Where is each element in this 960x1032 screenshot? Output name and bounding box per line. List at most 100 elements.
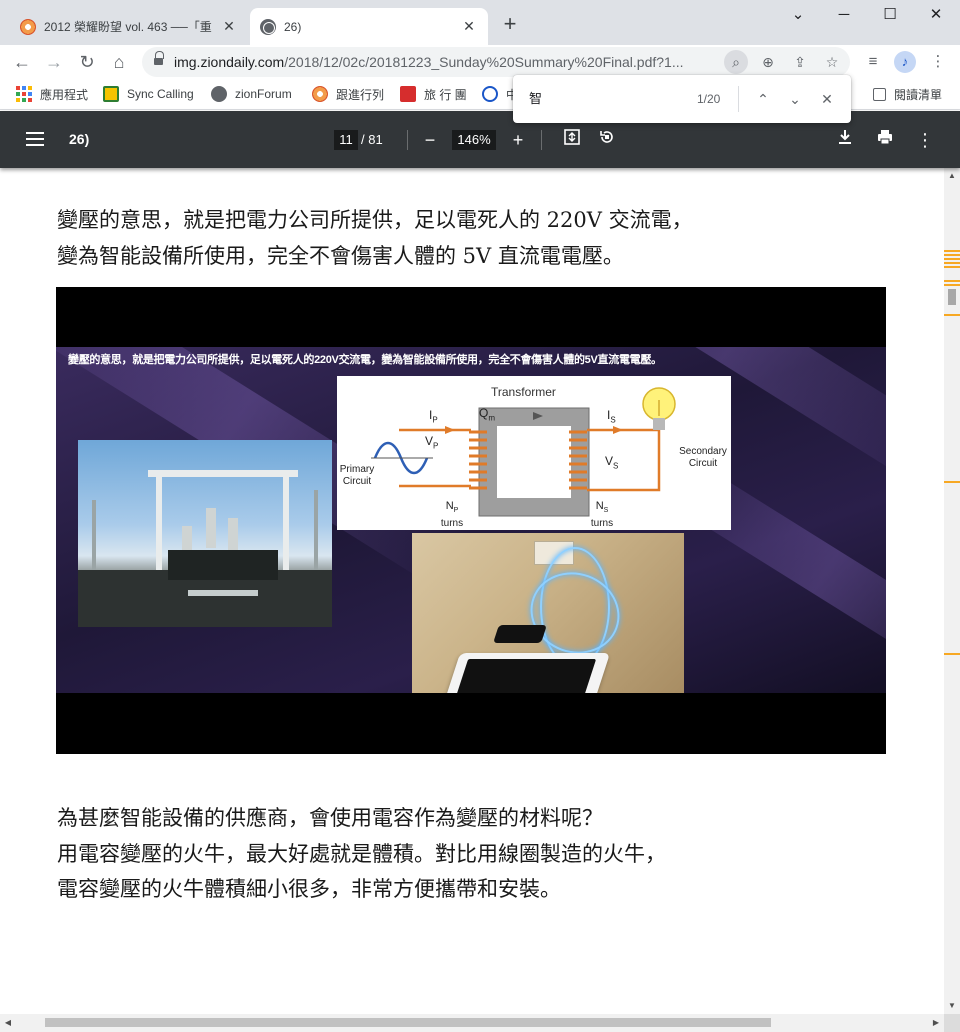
find-close-icon[interactable]: ✕ <box>815 87 839 111</box>
find-match-marker <box>944 481 960 483</box>
label-is: IS <box>607 408 616 425</box>
zoom-out-button[interactable]: − <box>418 128 442 152</box>
reload-button[interactable]: ↻ <box>74 49 100 75</box>
find-match-marker <box>944 250 960 252</box>
rotate-icon[interactable] <box>595 128 619 152</box>
scroll-left-icon[interactable]: ◀ <box>0 1015 16 1031</box>
bookmark-label: 跟進行列 <box>336 87 385 102</box>
home-button[interactable]: ⌂ <box>106 49 132 75</box>
apps-grid-icon <box>16 86 32 102</box>
sync-calling-icon <box>103 86 119 102</box>
paragraph-line: 電容變壓的火牛體積細小很多，非常方便攜帶和安裝。 <box>57 877 561 901</box>
reading-list-label: 閱讀清單 <box>894 87 943 102</box>
scroll-right-icon[interactable]: ▶ <box>928 1015 944 1031</box>
find-match-marker <box>944 314 960 316</box>
zoom-level-input[interactable]: 146% <box>452 130 496 150</box>
bookmark-label: 應用程式 <box>40 87 89 102</box>
tab-search-icon[interactable]: ⌄ <box>775 0 821 30</box>
find-input[interactable]: 智 <box>529 75 542 123</box>
bookmark-apps[interactable]: 應用程式 <box>16 84 88 104</box>
back-button[interactable]: ← <box>9 49 35 75</box>
horizontal-scrollbar[interactable]: ◀ ▶ <box>0 1014 944 1032</box>
bookmark-label: Sync Calling <box>127 87 194 101</box>
lock-icon[interactable] <box>154 51 164 66</box>
label-np-turns: NP turns <box>440 500 464 530</box>
find-next-icon[interactable]: ⌄ <box>783 87 807 111</box>
find-match-count: 1/20 <box>697 92 721 106</box>
tab-pdf-active[interactable]: 26) ✕ <box>250 8 488 45</box>
bookmark-label: zionForum <box>235 87 292 101</box>
browser-toolbar: ← → ↻ ⌂ img.ziondaily.com/2018/12/02c/20… <box>0 45 960 78</box>
paragraph-line: 為甚麼智能設備的供應商，會使用電容作為變壓的材料呢？ <box>57 806 603 830</box>
scroll-thumb[interactable] <box>948 289 956 305</box>
tablet-device <box>443 653 611 693</box>
forward-button[interactable]: → <box>41 49 67 75</box>
diagram-title: Transformer <box>491 385 556 399</box>
find-match-marker <box>944 254 960 256</box>
paragraph-line: 變壓的意思，就是把電力公司所提供，足以電死人的 220V 交流電， <box>57 208 693 232</box>
chrome-menu-icon[interactable]: ⋮ <box>925 49 951 75</box>
label-ns-turns: NS turns <box>590 500 614 530</box>
download-icon[interactable] <box>833 128 857 152</box>
gear-bookmark-icon <box>482 86 498 102</box>
reading-queue-icon[interactable]: ≡ <box>860 49 886 75</box>
reading-list-button[interactable]: 閱讀清單 <box>873 84 942 104</box>
scroll-down-icon[interactable]: ▼ <box>944 998 960 1014</box>
slide-caption: 變壓的意思，就是把電力公司所提供，足以電死人的220V交流電，變為智能設備所使用… <box>68 354 662 366</box>
sidebar-menu-icon[interactable] <box>26 132 44 146</box>
find-match-marker <box>944 262 960 264</box>
transformer-slide-image: 變壓的意思，就是把電力公司所提供，足以電死人的220V交流電，變為智能設備所使用… <box>56 287 886 754</box>
url-text[interactable]: img.ziondaily.com/2018/12/02c/20181223_S… <box>174 47 722 77</box>
tab-title: 26) <box>284 19 302 34</box>
bookmark-zionforum[interactable]: zionForum <box>211 84 292 104</box>
profile-avatar[interactable]: ♪ <box>894 51 916 73</box>
bookmark-travel[interactable]: 旅 行 團 <box>400 84 467 104</box>
globe-favicon-icon <box>260 18 276 35</box>
tab-strip: 2012 榮耀盼望 vol. 463 ──「重 ✕ 26) ✕ + ⌄ ─ ☐ … <box>0 0 960 45</box>
fit-page-icon[interactable] <box>560 128 584 152</box>
close-window-button[interactable]: ✕ <box>913 0 959 30</box>
close-tab-icon[interactable]: ✕ <box>220 18 238 35</box>
bookmark-star-icon[interactable]: ☆ <box>820 50 844 74</box>
follow-icon <box>312 86 328 102</box>
maximize-button[interactable]: ☐ <box>867 0 913 30</box>
find-match-marker <box>944 284 960 286</box>
minimize-button[interactable]: ─ <box>821 0 867 30</box>
bookmark-sync-calling[interactable]: Sync Calling <box>103 84 194 104</box>
travel-icon <box>400 86 416 102</box>
substation-photo <box>78 440 332 627</box>
transformer-diagram: Transformer IP Qm IS VP VS Primary Circui… <box>337 376 731 530</box>
print-icon[interactable] <box>873 128 897 152</box>
label-primary-circuit: Primary Circuit <box>339 464 375 487</box>
zoom-icon[interactable]: ⊕ <box>756 50 780 74</box>
horizontal-scroll-thumb[interactable] <box>45 1018 771 1027</box>
find-match-marker <box>944 280 960 282</box>
label-qm: Qm <box>479 406 496 423</box>
find-previous-icon[interactable]: ⌃ <box>751 87 775 111</box>
zion-favicon-icon <box>20 18 36 35</box>
pdf-page-viewport[interactable]: 變壓的意思，就是把電力公司所提供，足以電死人的 220V 交流電， 變為智能設備… <box>0 168 944 1014</box>
label-vp: VP <box>425 434 439 451</box>
globe-icon <box>211 86 227 102</box>
find-in-page-icon[interactable]: ⌕ <box>724 50 748 74</box>
reading-list-icon <box>873 87 886 101</box>
scroll-up-icon[interactable]: ▲ <box>944 168 960 184</box>
charging-devices-photo <box>412 533 684 693</box>
share-icon[interactable]: ⇪ <box>788 50 812 74</box>
find-divider <box>738 86 739 112</box>
paragraph-line: 變為智能設備所使用，完全不會傷害人體的 5V 直流電電壓。 <box>57 244 624 268</box>
new-tab-button[interactable]: + <box>498 13 522 37</box>
close-tab-icon[interactable]: ✕ <box>460 18 478 35</box>
label-ip: IP <box>429 408 438 425</box>
find-match-marker <box>944 266 960 268</box>
address-bar[interactable]: img.ziondaily.com/2018/12/02c/20181223_S… <box>142 47 850 77</box>
paragraph-line: 用電容變壓的火牛，最大好處就是體積。對比用線圈製造的火牛， <box>57 842 666 866</box>
zoom-in-button[interactable]: + <box>506 128 530 152</box>
toolbar-divider <box>407 130 408 150</box>
bookmark-follow-queue[interactable]: 跟進行列 <box>312 84 384 104</box>
page-number-input[interactable]: 11 <box>334 130 358 150</box>
label-vs: VS <box>605 454 619 471</box>
more-options-icon[interactable]: ⋮ <box>913 128 937 152</box>
tab-zion-vol463[interactable]: 2012 榮耀盼望 vol. 463 ──「重 ✕ <box>10 8 248 45</box>
vertical-scrollbar[interactable]: ▲ ▼ <box>944 168 960 1014</box>
